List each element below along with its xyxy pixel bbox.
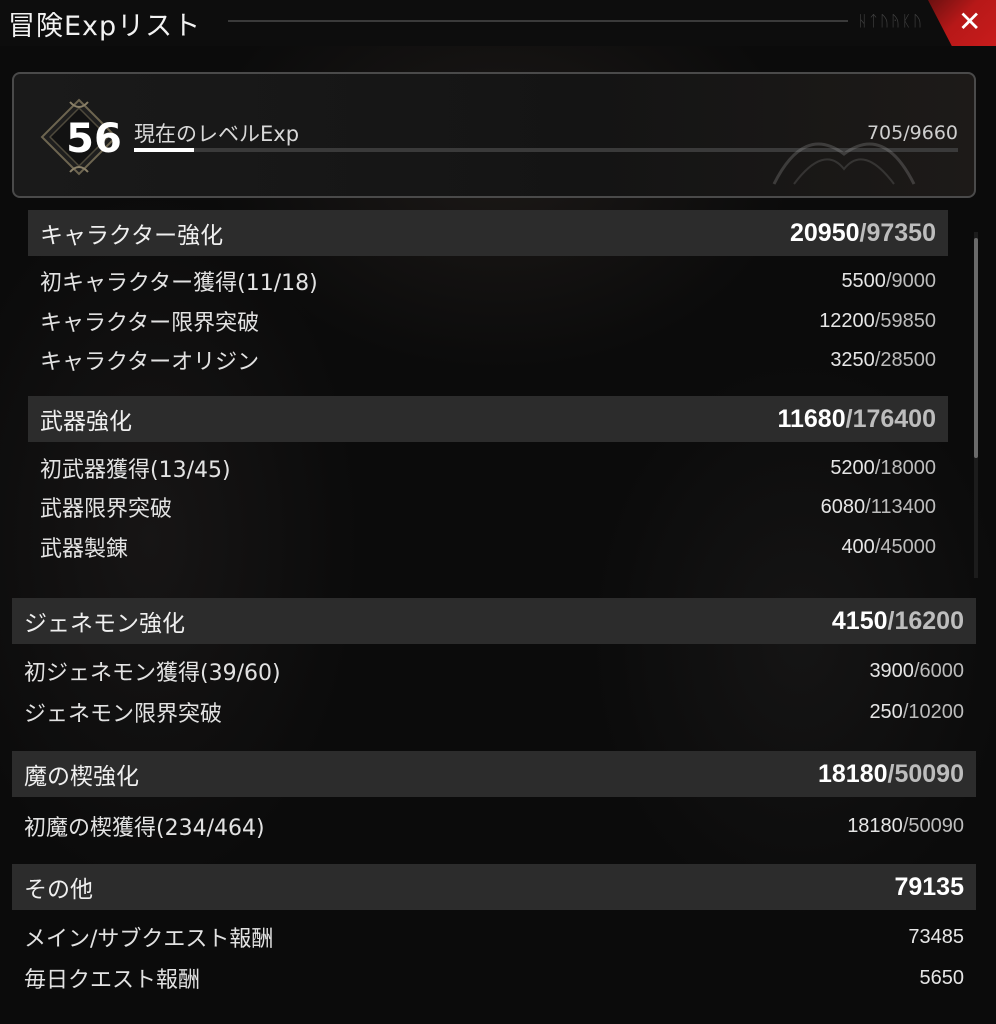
item-label: 初武器獲得(13/45) [40, 458, 231, 483]
item-label: キャラクター限界突破 [40, 311, 260, 336]
list-item: 初武器獲得(13/45) 5200/18000 [28, 448, 948, 488]
item-value: 12200/59850 [819, 309, 936, 332]
section-label: キャラクター強化 [40, 223, 224, 249]
item-label: メイン/サブクエスト報酬 [24, 927, 274, 952]
item-label: キャラクターオリジン [40, 350, 260, 375]
list-item: 初キャラクター獲得(11/18) 5500/9000 [28, 261, 948, 301]
list-item: 毎日クエスト報酬 5650 [12, 958, 976, 998]
item-value: 3900/6000 [869, 659, 964, 682]
list-item: キャラクター限界突破 12200/59850 [28, 301, 948, 341]
level-number: 56 [66, 116, 122, 162]
list-item: キャラクターオリジン 3250/28500 [28, 340, 948, 380]
section-value: 11680/176400 [777, 404, 936, 433]
ornament-icon [772, 142, 916, 185]
item-label: ジェネモン限界突破 [24, 702, 223, 727]
scrollbar-thumb[interactable] [974, 238, 978, 458]
window-title: 冒険Expリスト [8, 11, 202, 42]
item-label: 武器製錬 [40, 537, 129, 562]
list-item: 初魔の楔獲得(234/464) 18180/50090 [12, 806, 976, 846]
level-progress-fill [134, 148, 195, 152]
list-item: ジェネモン限界突破 250/10200 [12, 692, 976, 732]
header-rune-text: ᚺᛏᚢᚤᛕᚢ [858, 12, 925, 30]
section-label: ジェネモン強化 [24, 611, 185, 637]
item-label: 初魔の楔獲得(234/464) [24, 816, 265, 841]
item-label: 武器限界突破 [40, 497, 173, 522]
item-value: 400/45000 [841, 535, 936, 558]
close-icon[interactable]: ✕ [958, 5, 981, 39]
section-header-other: その他 79135 [12, 864, 976, 910]
section-header-character: キャラクター強化 20950/97350 [28, 210, 948, 256]
window-header: 冒険Expリスト ᚺᛏᚢᚤᛕᚢ ✕ [0, 0, 996, 46]
item-value: 73485 [908, 925, 964, 948]
section-header-genemon: ジェネモン強化 4150/16200 [12, 598, 976, 644]
list-item: 武器限界突破 6080/113400 [28, 487, 948, 527]
item-value: 3250/28500 [830, 348, 936, 371]
section-header-weapon: 武器強化 11680/176400 [28, 396, 948, 442]
item-value: 250/10200 [869, 700, 964, 723]
header-divider [228, 20, 848, 22]
item-value: 18180/50090 [847, 814, 964, 837]
item-value: 6080/113400 [820, 495, 936, 518]
section-header-demon-wedge: 魔の楔強化 18180/50090 [12, 751, 976, 797]
item-label: 初キャラクター獲得(11/18) [40, 271, 318, 296]
item-value: 5650 [919, 966, 965, 989]
level-label: 現在のレベルExp [134, 122, 300, 146]
list-item: 武器製錬 400/45000 [28, 527, 948, 567]
section-value: 79135 [894, 872, 964, 901]
section-value: 4150/16200 [831, 606, 964, 635]
section-label: 武器強化 [40, 409, 132, 435]
item-label: 毎日クエスト報酬 [24, 968, 201, 993]
list-item: 初ジェネモン獲得(39/60) 3900/6000 [12, 651, 976, 691]
section-value: 18180/50090 [817, 759, 964, 788]
list-item: メイン/サブクエスト報酬 73485 [12, 917, 976, 957]
item-label: 初ジェネモン獲得(39/60) [24, 661, 281, 686]
item-value: 5500/9000 [841, 269, 936, 292]
item-value: 5200/18000 [830, 456, 936, 479]
section-label: 魔の楔強化 [24, 764, 139, 790]
section-value: 20950/97350 [789, 218, 936, 247]
level-panel: 56 現在のレベルExp 705/9660 [12, 72, 976, 198]
section-label: その他 [24, 877, 93, 903]
